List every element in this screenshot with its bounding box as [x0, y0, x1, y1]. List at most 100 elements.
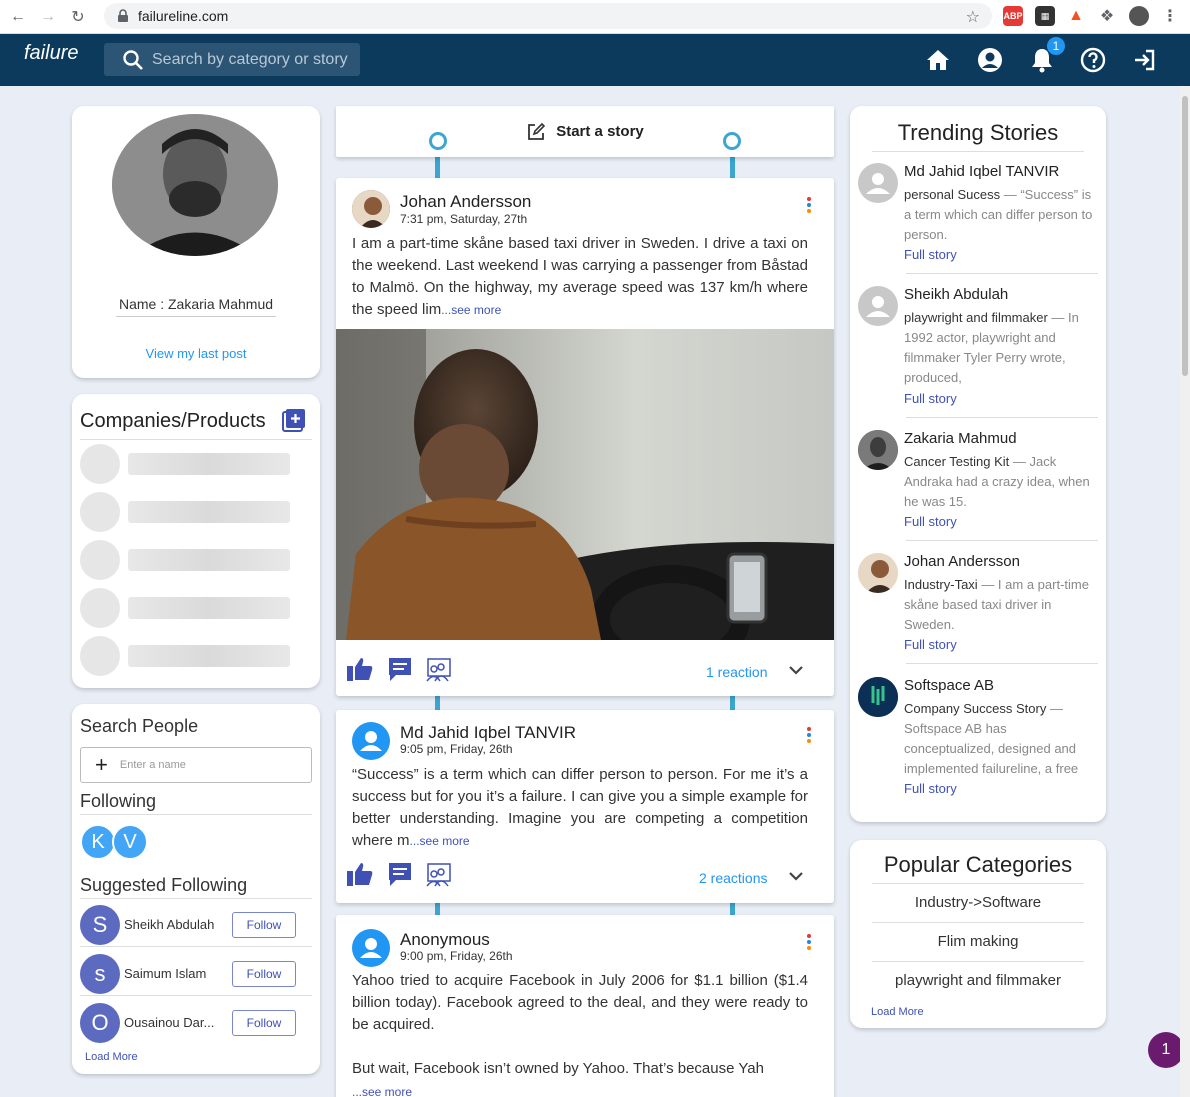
- browser-toolbar: ← → ↻ failureline.com ☆ ABP ▦ ▲ ❖ ⋮: [0, 0, 1190, 34]
- logout-icon[interactable]: [1130, 46, 1158, 74]
- follow-button[interactable]: Follow: [232, 1010, 296, 1036]
- bookmark-star-icon[interactable]: ☆: [966, 7, 980, 27]
- search-icon: [123, 49, 143, 70]
- post-author-name[interactable]: Anonymous: [400, 930, 490, 950]
- browser-menu-icon[interactable]: ⋮: [1160, 6, 1180, 26]
- load-more-people-link[interactable]: Load More: [85, 1051, 138, 1063]
- failureline-logo[interactable]: failure: [24, 42, 80, 76]
- avatar[interactable]: O: [80, 1003, 120, 1043]
- app-header: failure Search by category or story 1: [0, 34, 1190, 86]
- home-icon[interactable]: [924, 46, 952, 74]
- profile-name: Name : Zakaria Mahmud: [116, 296, 276, 317]
- trending-author-name[interactable]: Zakaria Mahmud: [904, 430, 1017, 447]
- profile-photo[interactable]: [112, 114, 278, 256]
- post-author-name[interactable]: Md Jahid Iqbel TANVIR: [400, 723, 576, 743]
- trending-author-name[interactable]: Md Jahid Iqbel TANVIR: [904, 163, 1059, 180]
- adblock-extension-icon[interactable]: ABP: [1003, 6, 1023, 26]
- see-more-link[interactable]: ...see more: [352, 1085, 412, 1097]
- full-story-link[interactable]: Full story: [904, 781, 957, 796]
- chat-notification-badge[interactable]: 1: [1148, 1032, 1184, 1068]
- following-avatar[interactable]: K: [80, 824, 116, 860]
- author-avatar[interactable]: [352, 722, 390, 760]
- author-avatar[interactable]: [858, 286, 898, 326]
- author-avatar[interactable]: [352, 190, 390, 228]
- author-avatar[interactable]: [858, 553, 898, 593]
- timeline-node: [723, 132, 741, 150]
- divider: [872, 922, 1084, 923]
- trending-summary: Company Success Story — Softspace AB has…: [904, 701, 1079, 776]
- loading-avatar-placeholder: [80, 636, 120, 676]
- like-thumb-icon[interactable]: [346, 655, 374, 683]
- share-people-icon[interactable]: [424, 860, 452, 888]
- post-timestamp: 9:00 pm, Friday, 26th: [400, 949, 513, 963]
- see-more-link[interactable]: ...see more: [441, 303, 501, 317]
- start-story-button[interactable]: Start a story: [336, 106, 834, 157]
- category-item[interactable]: Industry->Software: [872, 894, 1084, 911]
- suggested-person-name[interactable]: Ousainou Dar...: [124, 1015, 214, 1030]
- fire-extension-icon[interactable]: ▲: [1066, 6, 1086, 26]
- scrollbar-thumb[interactable]: [1182, 96, 1188, 376]
- loading-avatar-placeholder: [80, 540, 120, 580]
- follow-button[interactable]: Follow: [232, 961, 296, 987]
- timeline-line: [435, 903, 440, 915]
- search-input[interactable]: Search by category or story: [104, 43, 360, 76]
- qr-extension-icon[interactable]: ▦: [1035, 6, 1055, 26]
- post-options-icon[interactable]: [807, 934, 813, 952]
- chevron-down-icon[interactable]: [788, 870, 804, 882]
- post-timestamp: 7:31 pm, Saturday, 27th: [400, 212, 528, 226]
- like-thumb-icon[interactable]: [346, 860, 374, 888]
- follow-button[interactable]: Follow: [232, 912, 296, 938]
- author-avatar[interactable]: [858, 163, 898, 203]
- add-company-icon[interactable]: [282, 408, 306, 432]
- full-story-link[interactable]: Full story: [904, 247, 957, 262]
- post-options-icon[interactable]: [807, 197, 813, 215]
- puzzle-extensions-icon[interactable]: ❖: [1097, 6, 1117, 26]
- reactions-count[interactable]: 1 reaction: [706, 664, 767, 680]
- trending-author-name[interactable]: Sheikh Abdulah: [904, 286, 1008, 303]
- post-body: “Success” is a term which can differ per…: [352, 766, 808, 849]
- load-more-categories-link[interactable]: Load More: [871, 1006, 924, 1018]
- category-item[interactable]: playwright and filmmaker: [872, 972, 1084, 989]
- see-more-link[interactable]: ...see more: [410, 834, 470, 848]
- back-icon[interactable]: ←: [6, 5, 30, 29]
- suggested-person-name[interactable]: Sheikh Abdulah: [124, 917, 214, 932]
- following-avatar[interactable]: V: [112, 824, 148, 860]
- post-image[interactable]: [336, 329, 834, 640]
- story-post: Md Jahid Iqbel TANVIR 9:05 pm, Friday, 2…: [336, 710, 834, 903]
- suggested-person-name[interactable]: Saimum Islam: [124, 966, 206, 981]
- post-options-icon[interactable]: [807, 727, 813, 745]
- divider: [906, 273, 1098, 274]
- people-search-input[interactable]: + Enter a name: [80, 747, 312, 783]
- page-scrollbar[interactable]: [1180, 86, 1190, 1097]
- trending-author-name[interactable]: Johan Andersson: [904, 553, 1020, 570]
- reload-icon[interactable]: ↻: [66, 5, 90, 29]
- full-story-link[interactable]: Full story: [904, 514, 957, 529]
- avatar[interactable]: s: [80, 954, 120, 994]
- account-icon[interactable]: [976, 46, 1004, 74]
- companies-products-card: Companies/Products: [72, 394, 320, 688]
- browser-profile-avatar[interactable]: [1129, 6, 1149, 26]
- trending-author-name[interactable]: Softspace AB: [904, 677, 994, 694]
- author-avatar[interactable]: [858, 430, 898, 470]
- avatar[interactable]: S: [80, 905, 120, 945]
- forward-icon[interactable]: →: [36, 5, 60, 29]
- loading-bar-placeholder: [128, 597, 290, 619]
- author-avatar[interactable]: [352, 929, 390, 967]
- lock-icon: [118, 9, 128, 22]
- category-item[interactable]: Flim making: [872, 933, 1084, 950]
- share-people-icon[interactable]: [424, 655, 452, 683]
- full-story-link[interactable]: Full story: [904, 637, 957, 652]
- post-author-name[interactable]: Johan Andersson: [400, 192, 531, 212]
- divider: [80, 439, 312, 440]
- chevron-down-icon[interactable]: [788, 664, 804, 676]
- address-bar[interactable]: failureline.com ☆: [104, 3, 992, 29]
- timeline-line: [730, 696, 735, 710]
- comment-icon[interactable]: [386, 860, 414, 888]
- comment-icon[interactable]: [386, 655, 414, 683]
- help-icon[interactable]: [1079, 46, 1107, 74]
- reactions-count[interactable]: 2 reactions: [699, 870, 767, 886]
- full-story-link[interactable]: Full story: [904, 391, 957, 406]
- softspace-logo[interactable]: [858, 677, 898, 717]
- view-last-post-link[interactable]: View my last post: [72, 346, 320, 361]
- loading-bar-placeholder: [128, 501, 290, 523]
